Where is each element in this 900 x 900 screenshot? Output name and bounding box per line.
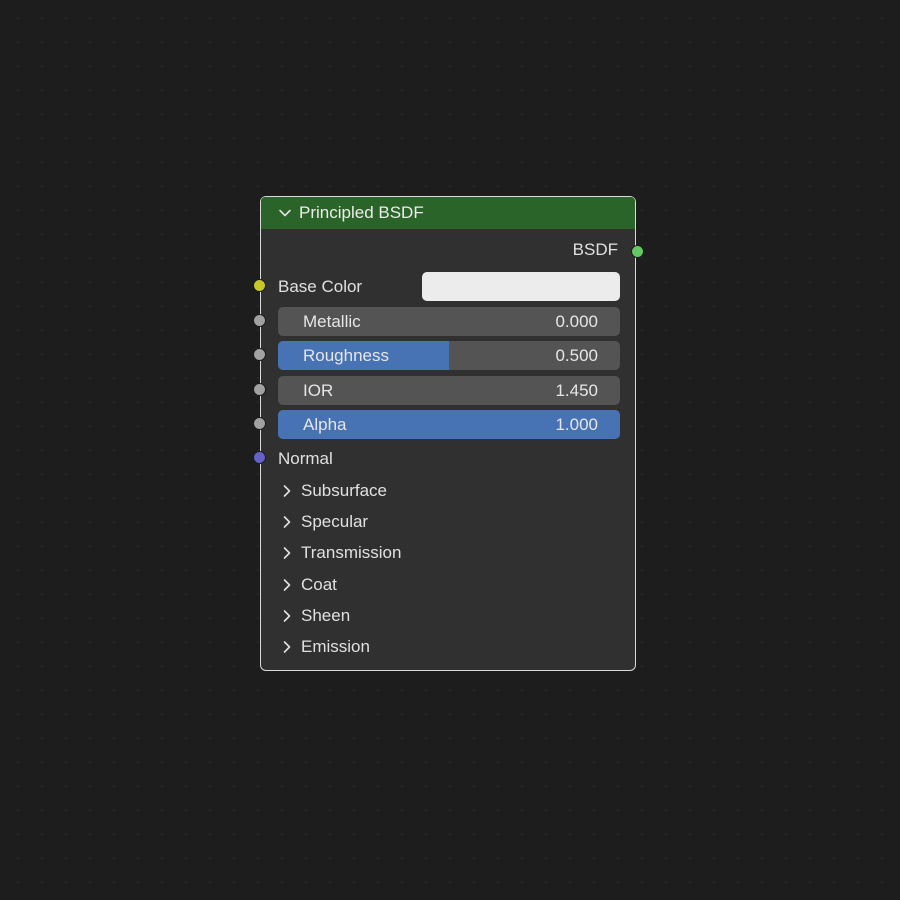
ior-value: 1.450 bbox=[555, 381, 598, 400]
chevron-right-icon bbox=[280, 515, 294, 529]
alpha-label: Alpha bbox=[303, 415, 347, 434]
panel-subsurface[interactable]: Subsurface bbox=[278, 479, 387, 503]
input-socket-normal[interactable] bbox=[252, 451, 266, 464]
input-socket-metallic[interactable] bbox=[252, 314, 266, 327]
principled-bsdf-node[interactable]: Principled BSDF BSDF Base Color Metallic… bbox=[252, 196, 644, 671]
base-color-swatch[interactable] bbox=[422, 272, 620, 301]
panel-label: Sheen bbox=[301, 606, 351, 625]
chevron-right-icon bbox=[280, 484, 294, 498]
alpha-value: 1.000 bbox=[555, 415, 598, 434]
node-title: Principled BSDF bbox=[299, 203, 424, 222]
ior-slider[interactable]: IOR 1.450 bbox=[278, 376, 620, 405]
panel-sheen[interactable]: Sheen bbox=[278, 604, 350, 628]
chevron-right-icon bbox=[280, 578, 294, 592]
panel-label: Subsurface bbox=[301, 481, 387, 500]
output-bsdf-label: BSDF bbox=[572, 240, 618, 259]
metallic-value: 0.000 bbox=[555, 312, 598, 331]
metallic-slider[interactable]: Metallic 0.000 bbox=[278, 307, 620, 336]
output-socket-bsdf[interactable] bbox=[630, 245, 644, 258]
input-socket-base-color[interactable] bbox=[252, 279, 266, 292]
roughness-value: 0.500 bbox=[555, 346, 598, 365]
roughness-label: Roughness bbox=[303, 346, 390, 365]
chevron-right-icon bbox=[280, 609, 294, 623]
input-socket-ior[interactable] bbox=[252, 383, 266, 396]
alpha-slider[interactable]: Alpha 1.000 bbox=[278, 410, 620, 439]
panel-label: Coat bbox=[301, 575, 337, 594]
panel-specular[interactable]: Specular bbox=[278, 510, 368, 534]
roughness-slider[interactable]: Roughness 0.500 bbox=[278, 341, 620, 370]
chevron-down-icon[interactable] bbox=[278, 206, 292, 220]
panel-label: Specular bbox=[301, 512, 369, 531]
panel-label: Emission bbox=[301, 637, 370, 656]
panel-coat[interactable]: Coat bbox=[278, 573, 337, 597]
input-socket-roughness[interactable] bbox=[252, 348, 266, 361]
node-header[interactable]: Principled BSDF bbox=[261, 197, 635, 229]
normal-label: Normal bbox=[278, 449, 333, 468]
ior-label: IOR bbox=[303, 381, 334, 400]
chevron-right-icon bbox=[280, 640, 294, 654]
input-socket-alpha[interactable] bbox=[252, 417, 266, 430]
panel-emission[interactable]: Emission bbox=[278, 635, 370, 659]
panel-label: Transmission bbox=[301, 543, 402, 562]
metallic-label: Metallic bbox=[303, 312, 361, 331]
base-color-label: Base Color bbox=[278, 277, 363, 296]
chevron-right-icon bbox=[280, 546, 294, 560]
panel-transmission[interactable]: Transmission bbox=[278, 541, 401, 565]
